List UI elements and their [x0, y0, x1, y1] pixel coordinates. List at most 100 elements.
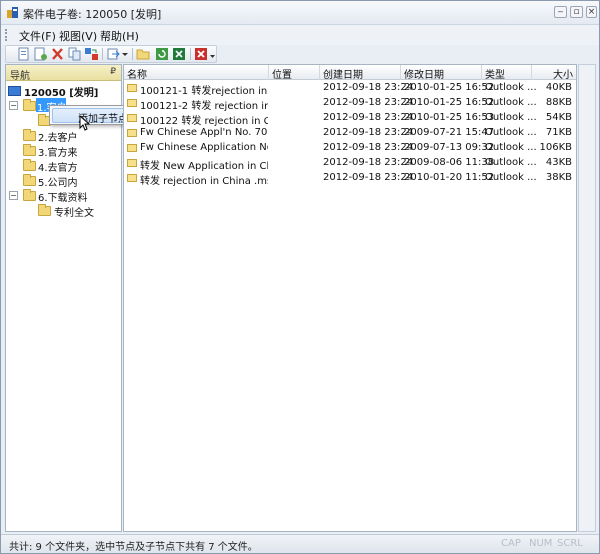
file-modified: 2010-01-25 16:52 — [404, 82, 494, 93]
excel-icon[interactable] — [172, 47, 187, 61]
open-folder-icon[interactable] — [136, 47, 151, 61]
tree-node-label: 专利全文 — [54, 204, 94, 219]
nav-header: 导航 ₽ — [6, 65, 121, 81]
column-header-created[interactable]: 创建日期 — [320, 65, 401, 80]
column-header-size[interactable]: 大小 — [532, 65, 576, 80]
table-row[interactable]: 100121-2 转发 rejection in C... 2012-09-18… — [124, 96, 576, 111]
tree-node-6-child[interactable]: 专利全文 — [7, 203, 117, 218]
pin-icon[interactable]: ₽ — [110, 67, 116, 77]
status-cap: CAP — [501, 538, 521, 549]
file-name: 转发 New Application in Chi... — [140, 157, 268, 172]
close-window-button[interactable]: × — [586, 6, 597, 18]
vertical-scrollbar[interactable] — [578, 64, 596, 532]
toolbar-separator — [190, 48, 191, 60]
list-header: 名称 位置 创建日期 修改日期 类型 大小 — [124, 65, 576, 80]
column-header-name[interactable]: 名称 — [124, 65, 269, 80]
minimize-button[interactable]: ‒ — [554, 6, 567, 18]
file-type: Outlook ... — [485, 142, 537, 153]
menu-bar: 文件(F) 视图(V) 帮助(H) — [1, 25, 599, 45]
file-name: 100121-2 转发 rejection in C... — [140, 97, 268, 112]
file-name: 转发 rejection in China .msg — [140, 172, 268, 187]
mail-file-icon — [127, 84, 137, 92]
tree-node-5[interactable]: 5.公司内 — [7, 173, 117, 188]
column-header-type[interactable]: 类型 — [482, 65, 532, 80]
column-header-modified[interactable]: 修改日期 — [401, 65, 482, 80]
folder-icon — [23, 131, 36, 141]
file-modified: 2009-07-13 09:32 — [404, 142, 494, 153]
file-size: 106KB — [539, 142, 572, 153]
table-row[interactable]: Fw Chinese Application No. ... 2012-09-1… — [124, 141, 576, 156]
status-bar: 共计: 9 个文件夹，选中节点及子节点下共有 7 个文件。 CAP NUM SC… — [1, 534, 599, 553]
file-type: Outlook ... — [485, 127, 537, 138]
table-row[interactable]: 100122 转发 rejection in Chi... 2012-09-18… — [124, 111, 576, 126]
table-row[interactable]: 转发 New Application in Chi... 2012-09-18 … — [124, 156, 576, 171]
file-modified: 2009-08-06 11:38 — [404, 157, 494, 168]
collapse-icon[interactable]: − — [9, 191, 18, 200]
file-size: 38KB — [546, 172, 572, 183]
tree-root[interactable]: 120050 [发明] — [7, 83, 117, 98]
toolbar-separator — [102, 48, 103, 60]
more-icon[interactable] — [209, 47, 216, 61]
toolbar-separator — [132, 48, 133, 60]
maximize-button[interactable]: ▫ — [570, 6, 583, 18]
tree-node-label: 5.公司内 — [38, 174, 78, 189]
collapse-icon[interactable]: − — [9, 101, 18, 110]
file-type: Outlook ... — [485, 172, 537, 183]
folder-icon — [23, 176, 36, 186]
folder-icon — [23, 191, 36, 201]
mail-file-icon — [127, 114, 137, 122]
title-bar[interactable]: 案件电子卷: 120050 [发明] ‒ ▫ × — [1, 1, 599, 25]
tree-node-3[interactable]: 3.官方来 — [7, 143, 117, 158]
file-modified: 2010-01-25 16:53 — [404, 112, 494, 123]
column-header-location[interactable]: 位置 — [269, 65, 320, 80]
new-doc-icon[interactable] — [16, 47, 31, 61]
mail-file-icon — [127, 174, 137, 182]
file-size: 40KB — [546, 82, 572, 93]
delete-icon[interactable] — [50, 47, 65, 61]
nav-title: 导航 — [10, 71, 30, 82]
file-modified: 2010-01-20 11:52 — [404, 172, 494, 183]
file-type: Outlook ... — [485, 112, 537, 123]
app-window: 案件电子卷: 120050 [发明] ‒ ▫ × 文件(F) 视图(V) 帮助(… — [0, 0, 600, 554]
tree-node-4[interactable]: 4.去官方 — [7, 158, 117, 173]
toolbar-strip — [5, 45, 217, 63]
menu-view[interactable]: 视图(V) — [59, 28, 97, 44]
file-modified: 2010-01-25 16:52 — [404, 97, 494, 108]
table-row[interactable]: 转发 rejection in China .msg 2012-09-18 23… — [124, 171, 576, 186]
status-message: 共计: 9 个文件夹，选中节点及子节点下共有 7 个文件。 — [9, 538, 258, 553]
menu-help[interactable]: 帮助(H) — [100, 28, 139, 44]
tree-node-2[interactable]: 2.去客户 — [7, 128, 117, 143]
tree-node-label: 3.官方来 — [38, 144, 78, 159]
mail-file-icon — [127, 144, 137, 152]
case-icon — [8, 86, 21, 96]
menubar-grip[interactable] — [5, 29, 8, 41]
tree-node-label: 2.去客户 — [38, 129, 78, 144]
tree-node-label: 6.下载资料 — [38, 189, 88, 204]
file-type: Outlook ... — [485, 157, 537, 168]
tree-node-6[interactable]: − 6.下载资料 — [7, 188, 117, 203]
file-type: Outlook ... — [485, 97, 537, 108]
folder-icon — [23, 146, 36, 156]
mouse-cursor-icon — [79, 115, 91, 131]
mail-file-icon — [127, 129, 137, 137]
copy-icon[interactable] — [67, 47, 82, 61]
file-size: 54KB — [546, 112, 572, 123]
table-row[interactable]: 100121-1 转发rejection in C... 2012-09-18 … — [124, 81, 576, 96]
app-logo-icon — [6, 5, 20, 19]
folder-icon — [23, 101, 36, 111]
mail-file-icon — [127, 159, 137, 167]
menu-file[interactable]: 文件(F) — [19, 28, 56, 44]
new-page-icon[interactable] — [33, 47, 48, 61]
file-size: 71KB — [546, 127, 572, 138]
refresh-icon[interactable] — [155, 47, 170, 61]
restore-icon: ▫ — [573, 7, 579, 17]
sync-icon[interactable] — [84, 47, 99, 61]
close-red-icon[interactable] — [194, 47, 209, 61]
file-created: 2012-09-18 23:24 — [323, 127, 413, 138]
close-icon: × — [588, 7, 596, 17]
file-name: Fw Chinese Appl'n No. 7095... — [140, 127, 268, 138]
folder-icon — [23, 161, 36, 171]
table-row[interactable]: Fw Chinese Appl'n No. 7095... 2012-09-18… — [124, 126, 576, 141]
dropdown-icon[interactable] — [121, 47, 129, 61]
export-icon[interactable] — [106, 47, 121, 61]
